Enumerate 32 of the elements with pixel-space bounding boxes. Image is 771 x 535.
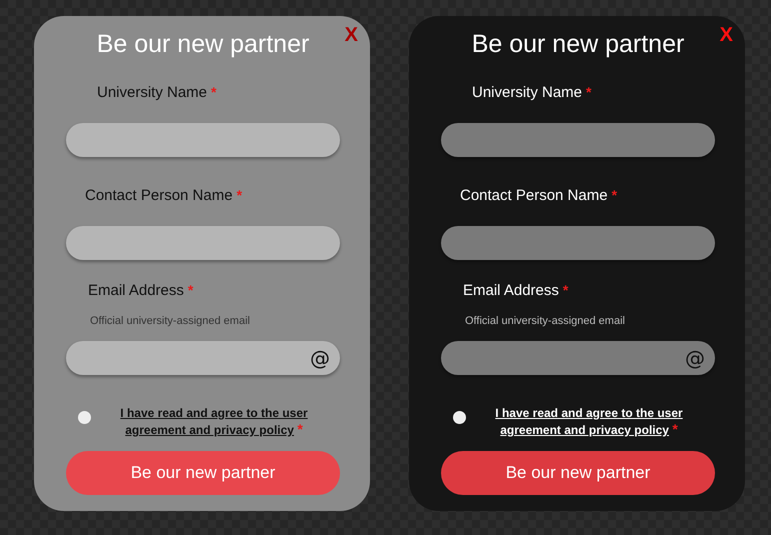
close-button[interactable]: X — [720, 24, 733, 47]
input-field[interactable] — [66, 123, 340, 157]
agreement-text[interactable]: I have read and agree to the user agreement and privacy policy * — [484, 405, 694, 438]
field-label: Contact Person Name — [460, 187, 608, 204]
at-icon: @ — [310, 348, 330, 368]
checkbox[interactable] — [78, 411, 91, 424]
submit-button[interactable]: Be our new partner — [441, 451, 715, 495]
field-label: Contact Person Name — [85, 187, 233, 204]
required-mark: * — [612, 187, 618, 203]
required-mark: * — [586, 84, 592, 100]
input-field[interactable] — [66, 226, 340, 260]
input-field[interactable]: @ — [66, 341, 340, 375]
required-mark: * — [236, 187, 242, 203]
required-mark: * — [211, 84, 216, 100]
form-title: Be our new partner — [96, 30, 310, 60]
field-label: University Name — [472, 84, 582, 101]
input-field[interactable] — [441, 123, 715, 157]
form-title: Be our new partner — [472, 30, 684, 60]
at-icon: @ — [685, 348, 705, 368]
agreement-text[interactable]: I have read and agree to the user agreement and privacy policy * — [109, 405, 319, 438]
required-mark: * — [562, 282, 568, 298]
input-field[interactable]: @ — [441, 341, 715, 375]
required-mark: * — [188, 282, 194, 298]
field-hint: Official university-assigned email — [465, 315, 626, 327]
field-label: Email Address — [463, 282, 559, 299]
checkbox[interactable] — [453, 411, 466, 424]
field-label: Email Address — [88, 282, 184, 299]
field-label: University Name — [97, 84, 208, 101]
close-button[interactable]: X — [344, 24, 358, 47]
field-hint: Official university-assigned email — [90, 315, 251, 327]
submit-button[interactable]: Be our new partner — [66, 451, 340, 495]
input-field[interactable] — [441, 226, 715, 260]
